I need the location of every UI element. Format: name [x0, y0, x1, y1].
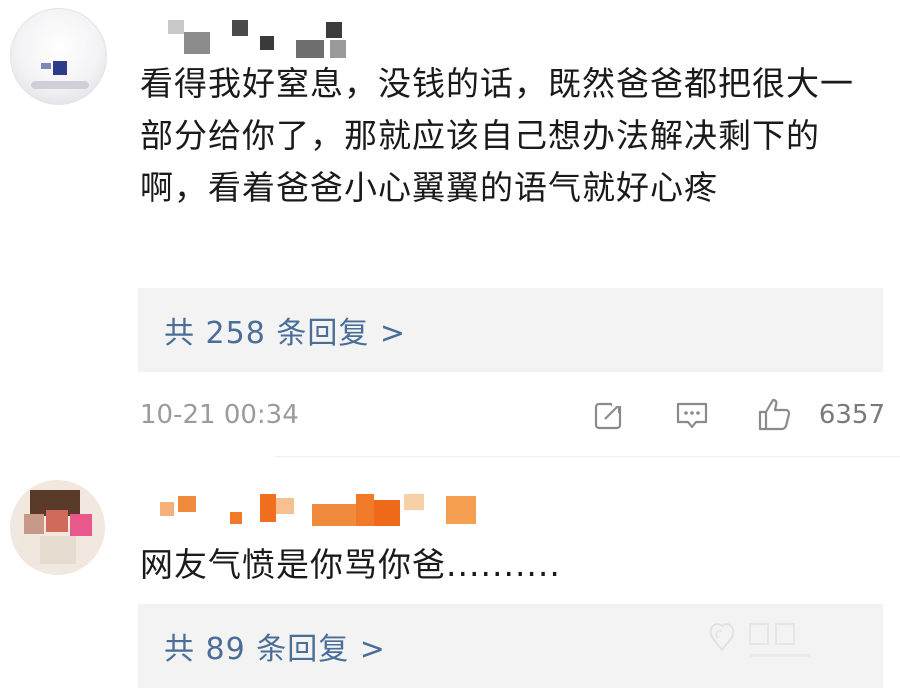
share-icon[interactable] — [588, 395, 628, 435]
avatar[interactable] — [10, 8, 107, 105]
comment-text: 网友气愤是你骂你爸.......... — [140, 545, 561, 584]
comment-icon[interactable] — [672, 395, 712, 435]
watermark-logo — [700, 610, 820, 670]
replies-label: 共 258 条回复 > — [164, 316, 407, 351]
avatar[interactable] — [10, 480, 105, 575]
comment-meta: 10-21 00:34 6357 — [140, 395, 885, 435]
view-replies-button[interactable]: 共 258 条回复 > — [138, 288, 883, 372]
divider — [275, 456, 900, 457]
comment-time: 10-21 00:34 — [140, 400, 299, 430]
like-count: 6357 — [818, 400, 885, 430]
replies-label: 共 89 条回复 > — [164, 632, 386, 667]
thumbs-up-icon[interactable] — [754, 395, 794, 435]
comment-text: 看得我好窒息，没钱的话，既然爸爸都把很大一部分给你了，那就应该自己想办法解决剩下… — [140, 64, 854, 207]
